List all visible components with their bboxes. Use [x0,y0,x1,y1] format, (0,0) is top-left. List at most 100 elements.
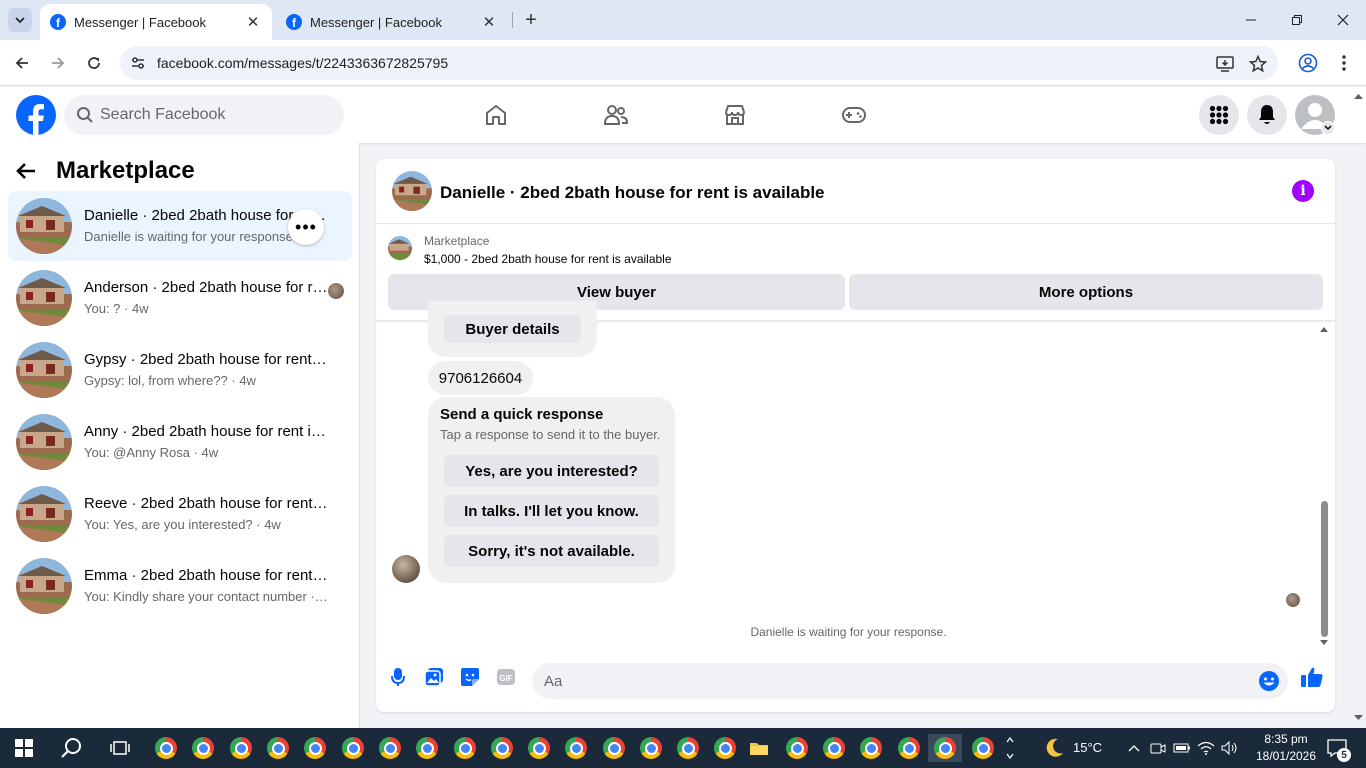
chrome-taskbar-icon[interactable] [451,734,479,762]
facebook-search[interactable] [64,95,344,135]
tab-search-button[interactable] [8,8,32,32]
chrome-taskbar-icon[interactable] [189,734,217,762]
quick-response-in-talks-button[interactable]: In talks. I'll let you know. [444,495,659,527]
home-nav-button[interactable] [482,101,510,129]
new-tab-button[interactable]: + [520,9,542,31]
task-view-button[interactable] [106,734,134,762]
page-scroll-down-icon[interactable] [1351,713,1366,723]
back-arrow-icon[interactable] [16,157,48,185]
quick-response-not-available-button[interactable]: Sorry, it's not available. [444,535,659,567]
menu-button[interactable] [1199,95,1239,135]
chrome-taskbar-icon[interactable] [413,734,441,762]
gif-icon[interactable]: GIF [494,665,518,689]
photo-attach-icon[interactable] [422,665,446,689]
chrome-taskbar-icon[interactable] [488,734,516,762]
like-thumbs-up-icon[interactable] [1300,665,1324,689]
wifi-icon[interactable] [1196,734,1216,762]
show-hidden-icons-button[interactable] [1124,734,1144,762]
chrome-taskbar-icon[interactable] [674,734,702,762]
message-input[interactable] [544,663,1244,699]
start-button[interactable] [10,734,38,762]
conversation-item[interactable]: Emma · 2bed 2bath house for rent is avai… [8,551,352,621]
back-button[interactable] [10,51,34,75]
chrome-taskbar-icon[interactable] [783,734,811,762]
facebook-logo[interactable] [16,95,56,135]
scroll-down-icon[interactable] [1318,639,1330,647]
install-app-icon[interactable] [1215,54,1235,74]
emoji-icon[interactable] [1258,670,1280,697]
chrome-taskbar-icon[interactable] [152,734,180,762]
chrome-taskbar-icon[interactable] [339,734,367,762]
message-scrollbar[interactable] [1318,325,1330,647]
browser-tab-1[interactable]: f Messenger | Facebook ✕ [40,4,272,40]
friends-nav-button[interactable] [602,101,630,129]
meet-now-icon[interactable] [1148,734,1168,762]
reload-button[interactable] [82,51,106,75]
close-window-button[interactable] [1320,0,1366,40]
close-tab-icon[interactable]: ✕ [244,13,262,31]
bookmark-star-icon[interactable] [1248,54,1268,74]
conversation-item[interactable]: Reeve · 2bed 2bath house for rent is ava… [8,479,352,549]
chrome-taskbar-icon[interactable] [376,734,404,762]
more-actions-button[interactable]: ••• [288,209,324,245]
chat-title[interactable]: Danielle · 2bed 2bath house for rent is … [440,183,825,203]
weather-temperature[interactable]: 15°C [1073,740,1102,755]
chrome-taskbar-icon[interactable] [525,734,553,762]
notification-center-button[interactable]: 5 [1323,734,1351,762]
taskbar-overflow-arrows[interactable] [1002,734,1018,762]
conversation-item[interactable]: Gypsy · 2bed 2bath house for rent is ava… [8,335,352,405]
notifications-button[interactable] [1247,95,1287,135]
chrome-taskbar-icon-active[interactable] [928,734,962,762]
page-scrollbar[interactable] [1351,87,1366,728]
listing-thumbnail [16,270,72,326]
sticker-icon[interactable] [458,665,482,689]
message-input-box[interactable] [532,663,1288,699]
clock-time[interactable]: 8:35 pm [1256,732,1316,746]
close-tab-icon[interactable]: ✕ [480,13,498,31]
conversation-item[interactable]: Anny · 2bed 2bath house for rent is avai… [8,407,352,477]
listing-price-title[interactable]: $1,000 - 2bed 2bath house for rent is av… [424,252,672,266]
battery-icon[interactable] [1172,734,1192,762]
conversation-item[interactable]: Danielle · 2bed 2bath house for rent is … [8,191,352,261]
file-explorer-icon[interactable] [745,734,773,762]
gaming-nav-button[interactable] [840,101,868,129]
profile-button[interactable] [1296,51,1320,75]
scrollbar-thumb[interactable] [1321,501,1328,637]
browser-menu-button[interactable] [1332,51,1356,75]
quick-response-yes-button[interactable]: Yes, are you interested? [444,455,659,487]
marketplace-nav-button[interactable] [721,101,749,129]
chrome-taskbar-icon[interactable] [637,734,665,762]
taskbar-search-button[interactable] [58,734,86,762]
address-bar[interactable]: facebook.com/messages/t/2243363672825795 [120,46,1278,80]
weather-moon-icon[interactable] [1040,734,1068,762]
chrome-taskbar-icon[interactable] [227,734,255,762]
conversation-item[interactable]: Anderson · 2bed 2bath house for rent is … [8,263,352,333]
chrome-taskbar-icon[interactable] [562,734,590,762]
chrome-taskbar-icon[interactable] [857,734,885,762]
account-avatar[interactable] [1295,95,1335,135]
scroll-up-icon[interactable] [1318,325,1330,333]
chrome-taskbar-icon[interactable] [600,734,628,762]
chrome-taskbar-icon[interactable] [711,734,739,762]
sender-avatar[interactable] [392,555,420,583]
chat-listing-thumbnail[interactable] [392,171,432,211]
page-scroll-up-icon[interactable] [1351,91,1366,101]
volume-icon[interactable] [1220,734,1240,762]
chrome-taskbar-icon[interactable] [969,734,997,762]
chrome-taskbar-icon[interactable] [264,734,292,762]
forward-button[interactable] [46,51,70,75]
marketplace-icon [725,105,745,125]
browser-tab-2[interactable]: f Messenger | Facebook ✕ [276,4,508,40]
more-options-button[interactable]: More options [849,274,1323,310]
info-icon[interactable]: i [1292,180,1314,202]
site-info-icon[interactable] [129,54,147,72]
minimize-button[interactable] [1228,0,1274,40]
chrome-taskbar-icon[interactable] [301,734,329,762]
search-input[interactable] [100,95,330,135]
chrome-taskbar-icon[interactable] [820,734,848,762]
buyer-details-button[interactable]: Buyer details [444,315,581,343]
chrome-taskbar-icon[interactable] [895,734,923,762]
restore-button[interactable] [1274,0,1320,40]
clock-date[interactable]: 18/01/2026 [1249,749,1323,763]
voice-clip-icon[interactable] [386,665,410,689]
